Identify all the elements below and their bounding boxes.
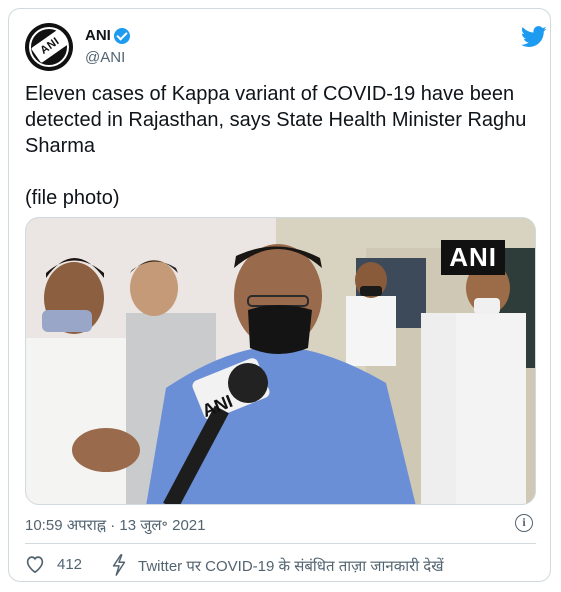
avatar[interactable]: ANI [25,23,73,71]
tweet-text: Eleven cases of Kappa variant of COVID-1… [25,83,527,209]
heart-icon[interactable] [25,555,45,573]
tweet-photo[interactable]: ANI ANI [25,217,536,505]
account-handle[interactable]: @ANI [85,49,125,66]
meta-separator: · [110,517,116,534]
info-icon[interactable]: i [515,514,533,532]
tweet-card[interactable]: ANI ANI @ANI Eleven cases of Kappa varia… [8,8,551,582]
like-count[interactable]: 412 [57,556,82,573]
covid-info-link[interactable]: Twitter पर COVID-19 के संबंधित ताज़ा जान… [138,556,444,576]
tweet-time: 10:59 अपराह्न [25,517,107,534]
twitter-bird-icon[interactable] [521,26,547,48]
ani-watermark: ANI [441,240,505,275]
verified-badge-icon [114,28,130,44]
tweet-date: 13 जुल॰ 2021 [119,517,206,534]
divider [25,543,536,544]
account-name[interactable]: ANI [85,27,111,44]
tweet-actions: 412 Twitter पर COVID-19 के संबंधित ताज़ा… [25,552,536,578]
timestamp[interactable]: 10:59 अपराह्न · 13 जुल॰ 2021 [25,515,205,535]
lightning-bolt-icon [112,554,126,576]
